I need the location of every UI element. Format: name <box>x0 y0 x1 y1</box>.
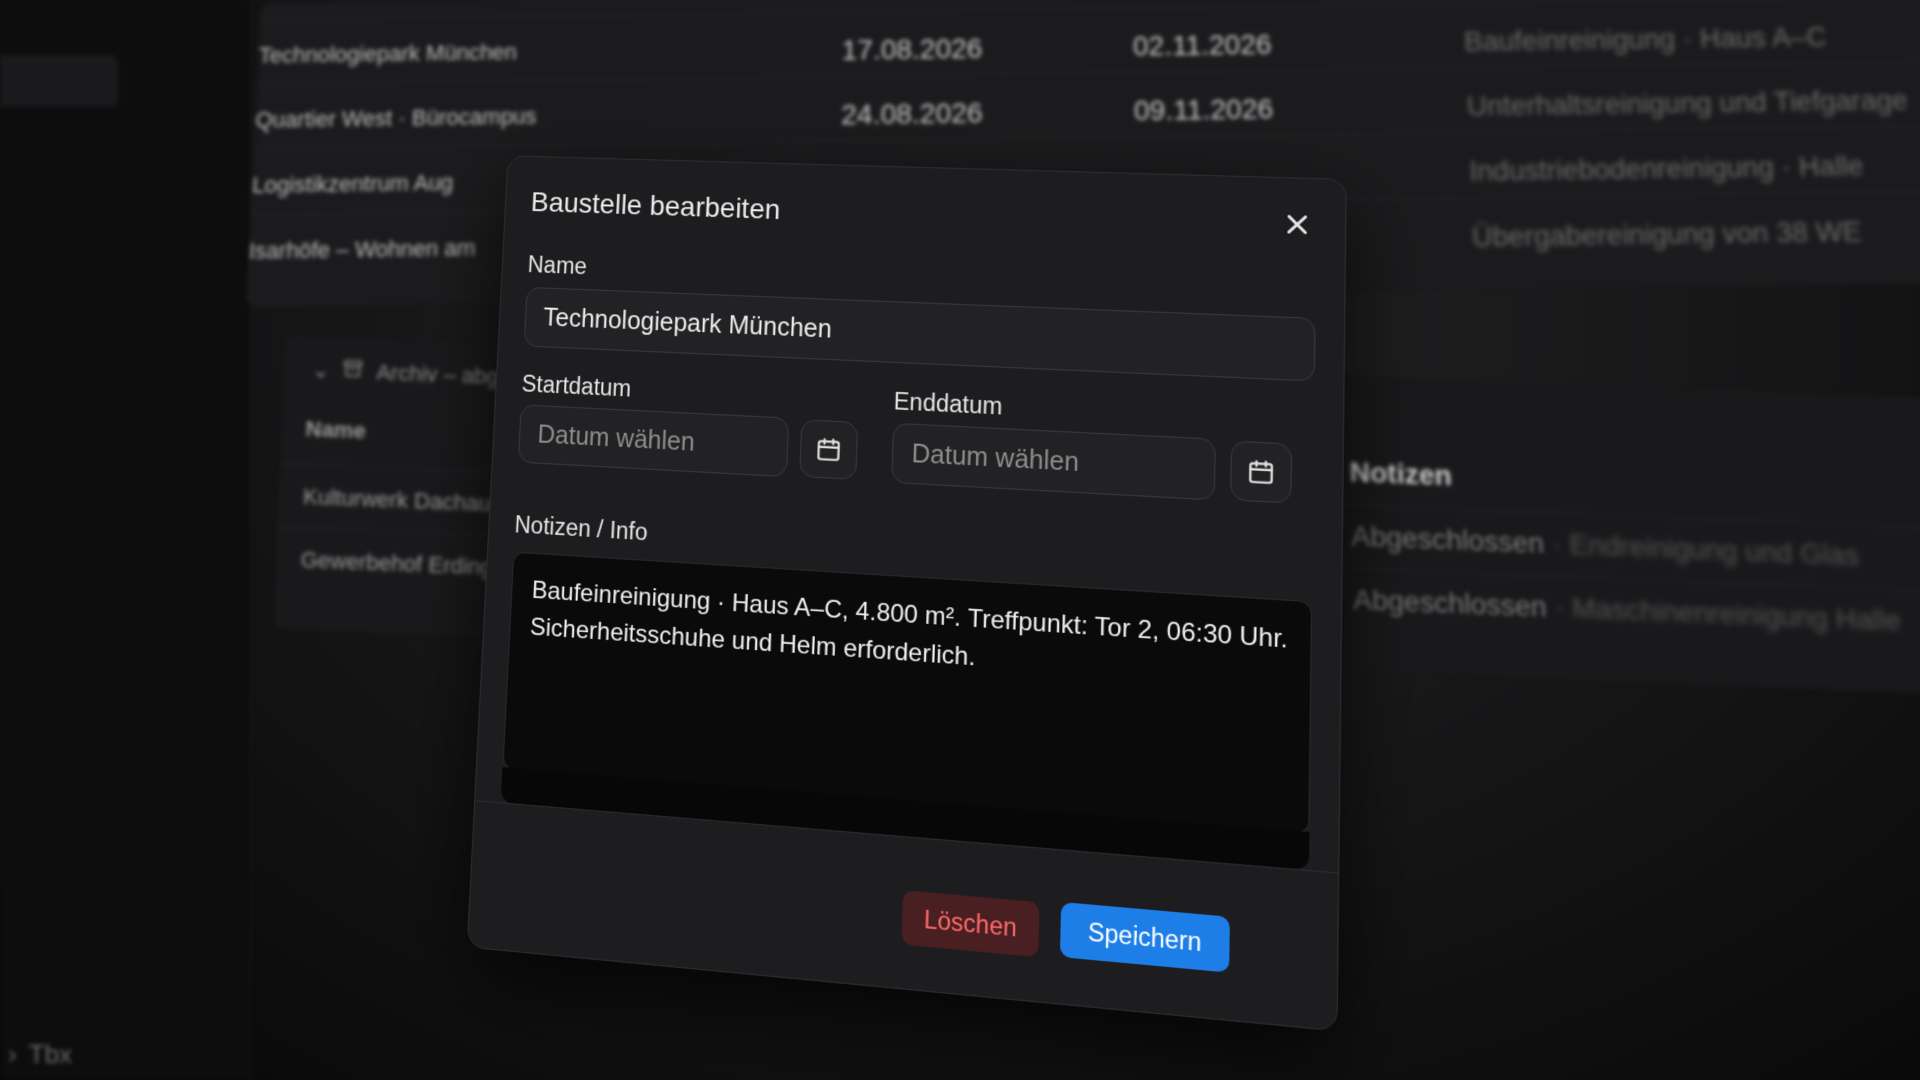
status-text: Abgeschlossen <box>1351 520 1545 559</box>
dialog-title: Baustelle bearbeiten <box>530 186 781 226</box>
cell-name: Logistikzentrum Aug <box>252 169 454 198</box>
sidebar-footer-label: Tbx <box>29 1039 72 1070</box>
cell-notes: Industriebodenreinigung · Halle <box>1469 150 1865 188</box>
notes-text: · Maschinenreinigung Halle <box>1554 591 1902 636</box>
chevron-right-icon: › <box>8 1039 17 1070</box>
sidebar-footer[interactable]: › Tbx <box>8 1039 72 1070</box>
name-input[interactable] <box>524 287 1316 382</box>
cell-start-date: 24.08.2026 <box>841 97 983 131</box>
edit-site-dialog: Baustelle bearbeiten Name Startdatum End… <box>467 155 1347 1031</box>
cell-end-date: 09.11.2026 <box>1134 93 1274 127</box>
delete-button[interactable]: Löschen <box>901 890 1039 957</box>
archive-title: Archiv – abg <box>376 359 499 390</box>
sidebar-active-item[interactable] <box>0 55 118 107</box>
notes-text: · Endreinigung und Glas <box>1551 528 1859 572</box>
cell-name: Kulturwerk Dachau <box>303 484 492 518</box>
notes-label: Notizen / Info <box>514 511 648 546</box>
start-date-label: Startdatum <box>521 370 632 402</box>
start-date-input[interactable] <box>518 404 789 477</box>
cell-notes: Abgeschlossen · Endreinigung und Glas <box>1351 520 1860 572</box>
sidebar: › Tbx <box>0 0 251 1080</box>
close-button[interactable] <box>1275 203 1319 246</box>
cell-notes: Baufeinreinigung · Haus A–C <box>1463 21 1827 58</box>
cell-notes: Übergabereinigung von 38 WE <box>1471 215 1862 254</box>
archive-header[interactable]: ⌄ Archiv – abg <box>311 356 499 391</box>
cell-name: Isarhöfe – Wohnen am <box>248 235 476 265</box>
cell-end-date: 02.11.2026 <box>1133 29 1272 63</box>
start-date-calendar-button[interactable] <box>799 419 858 480</box>
chevron-down-icon: ⌄ <box>311 357 330 384</box>
cell-name: Technologiepark München <box>258 39 517 69</box>
close-icon <box>1283 210 1312 238</box>
cell-name: Gewerbehof Erding <box>300 547 493 581</box>
end-date-input[interactable] <box>891 423 1216 501</box>
calendar-icon <box>815 435 842 463</box>
cell-name: Quartier West · Bürocampus <box>255 103 537 133</box>
end-date-calendar-button[interactable] <box>1230 441 1292 504</box>
cell-notes: Unterhaltsreinigung und Tiefgarage <box>1466 84 1909 123</box>
status-text: Abgeschlossen <box>1353 583 1548 622</box>
column-header-name: Name <box>305 416 366 445</box>
screen: › Tbx Technologiepark München 17.08.2026… <box>0 0 1920 1080</box>
name-label: Name <box>527 251 587 280</box>
cell-start-date: 17.08.2026 <box>841 33 982 67</box>
end-date-label: Enddatum <box>893 388 1002 421</box>
cell-notes: Abgeschlossen · Maschinenreinigung Halle <box>1353 583 1902 637</box>
calendar-icon <box>1247 457 1276 486</box>
save-button[interactable]: Speichern <box>1060 902 1230 973</box>
archive-box-icon <box>342 357 365 386</box>
column-header-notes: Notizen <box>1349 456 1452 492</box>
